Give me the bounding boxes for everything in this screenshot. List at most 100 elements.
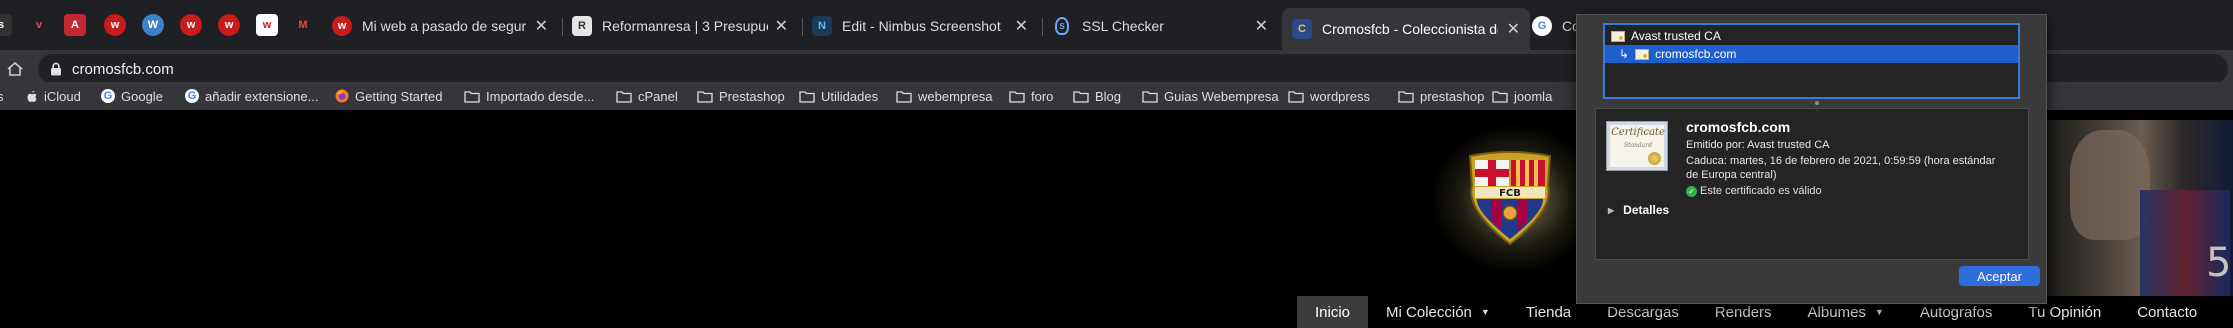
close-tab-icon[interactable]: ✕ [1255,16,1268,36]
bookmark-extensions[interactable]: G añadir extensione... [185,87,318,105]
pinned-tab-8[interactable]: w [256,14,278,36]
folder-icon [1009,90,1025,103]
pinned-tab-2[interactable]: v [28,14,50,36]
bookmark-google[interactable]: G Google [101,87,163,105]
bookmark-label: Google [121,88,163,104]
tab-title: Edit - Nimbus Screenshot [842,18,1001,34]
certificate-name: cromosfcb.com [1686,119,1791,135]
certificate-thumbnail-title: Certificate [1611,127,1665,138]
pinned-tab-gmail[interactable]: M [292,14,314,36]
folder-icon [1492,90,1508,103]
nav-contacto[interactable]: Contacto [2119,296,2215,328]
bookmark-label: Getting Started [355,88,443,104]
tab-mi-web[interactable]: w Mi web a pasado de segura a n ✕ [332,10,558,42]
nav-label: Tienda [1525,303,1572,321]
bookmark-label: cPanel [638,88,678,104]
nav-label: Albumes [1807,303,1866,321]
bookmark-folder-prestashop-2[interactable]: prestashop [1398,87,1484,105]
tab-nimbus[interactable]: N Edit - Nimbus Screenshot ✕ [812,10,1038,42]
home-icon[interactable] [6,60,24,83]
apple-icon [26,89,38,103]
certificate-thumbnail-icon: Certificate Standard [1606,121,1668,171]
split-handle[interactable] [1815,101,1819,105]
bookmark-truncated[interactable]: s [0,87,4,105]
certificate-status: ✓ Este certificado es válido [1686,185,1822,197]
pinned-tab-6[interactable]: w [180,14,202,36]
nav-inicio[interactable]: Inicio [1297,296,1369,328]
accept-button[interactable]: Aceptar [1959,266,2040,286]
certificate-chain-list[interactable]: Avast trusted CA ↳ cromosfcb.com [1603,23,2020,99]
nav-label: Mi Colección [1386,303,1472,321]
certificate-icon [1635,48,1650,60]
reformanresa-favicon-icon: R [572,16,592,36]
fc-barcelona-crest-icon[interactable]: FCB [1462,150,1558,251]
bookmark-folder-foro[interactable]: foro [1009,87,1053,105]
bookmark-folder-joomla[interactable]: joomla [1492,87,1552,105]
nimbus-favicon-icon: N [812,16,832,36]
folder-icon [464,90,480,103]
player-figure [2070,130,2150,240]
chain-item-leaf[interactable]: ↳ cromosfcb.com [1605,45,2018,63]
google-favicon-icon: G [1532,16,1552,36]
nav-label: Contacto [2137,303,2198,321]
bookmark-label: Prestashop [719,88,785,104]
bookmark-getting-started[interactable]: Getting Started [335,87,442,105]
pinned-tab-1[interactable]: s [0,14,12,36]
details-label: Detalles [1623,203,1670,217]
disclosure-triangle-icon[interactable]: ▶ [1608,206,1614,215]
folder-icon [1398,90,1414,103]
bookmark-folder-prestashop[interactable]: Prestashop [697,87,785,105]
tab-ssl-checker[interactable]: S SSL Checker ✕ [1052,10,1278,42]
bookmark-folder-webempresa[interactable]: webempresa [896,87,992,105]
close-tab-icon[interactable]: ✕ [535,16,548,36]
firefox-icon [335,89,349,103]
certificate-details-panel: Certificate Standard cromosfcb.com Emiti… [1595,108,2029,260]
crest-text: FCB [1499,188,1521,199]
webempresa-favicon-icon: w [332,16,352,36]
bookmark-label: iCloud [44,88,81,104]
bookmark-label: Importado desde... [486,88,595,104]
chain-item-root[interactable]: Avast trusted CA [1605,27,2018,45]
close-tab-icon[interactable]: ✕ [1015,16,1028,36]
bookmark-label: prestashop [1420,88,1485,104]
pinned-tab-4[interactable]: w [104,14,126,36]
chain-item-label: Avast trusted CA [1631,29,1721,43]
pinned-tab-favicon: w [110,19,120,31]
tab-reformanresa[interactable]: R Reformanresa | 3 Presupuestos ✕ [572,10,798,42]
certificate-expiry-cont: de Europa central) [1686,169,1777,181]
certificate-icon [1611,30,1625,42]
nav-label: Descargas [1607,303,1679,321]
close-tab-icon[interactable]: ✕ [1507,19,1520,39]
pinned-tab-3[interactable]: A [64,14,86,36]
close-tab-icon[interactable]: ✕ [775,16,788,36]
tab-cromosfcb[interactable]: C Cromosfcb - Coleccionista de C ✕ [1282,8,1530,50]
bookmark-icloud[interactable]: iCloud [26,87,81,105]
certificate-expiry: Caduca: martes, 16 de febrero de 2021, 0… [1686,155,1996,167]
tab-separator [1042,18,1043,36]
bookmark-folder-wordpress[interactable]: wordpress [1288,87,1370,105]
certificate-thumbnail-subtitle: Standard [1623,142,1653,149]
certificate-status-text: Este certificado es válido [1700,185,1822,197]
details-disclosure[interactable]: ▶ Detalles [1608,203,1669,217]
bookmark-folder-importado[interactable]: Importado desde... [464,87,594,105]
bookmark-label: joomla [1514,88,1553,104]
bookmark-label: foro [1031,88,1054,104]
tab-title: Reformanresa | 3 Presupuestos [602,18,768,34]
lock-icon[interactable] [50,62,62,81]
url-text[interactable]: cromosfcb.com [72,61,174,78]
bookmark-folder-guias[interactable]: Guias Webempresa [1142,87,1279,105]
folder-icon [1073,90,1089,103]
pinned-tab-5[interactable]: W [142,14,164,36]
bookmark-folder-blog[interactable]: Blog [1073,87,1121,105]
bookmark-label: s [0,88,4,104]
bookmark-label: Utilidades [821,88,879,104]
pinned-tab-favicon: s [0,19,5,31]
bookmark-label: Blog [1095,88,1122,104]
player-photo: 5 [2030,120,2233,296]
pinned-tab-7[interactable]: w [218,14,240,36]
bookmark-folder-utilidades[interactable]: Utilidades [799,87,878,105]
bookmark-folder-cpanel[interactable]: cPanel [616,87,678,105]
nav-mi-coleccion[interactable]: Mi Colección ▼ [1368,296,1508,328]
tab-separator [562,18,563,36]
bookmark-label: wordpress [1310,88,1370,104]
